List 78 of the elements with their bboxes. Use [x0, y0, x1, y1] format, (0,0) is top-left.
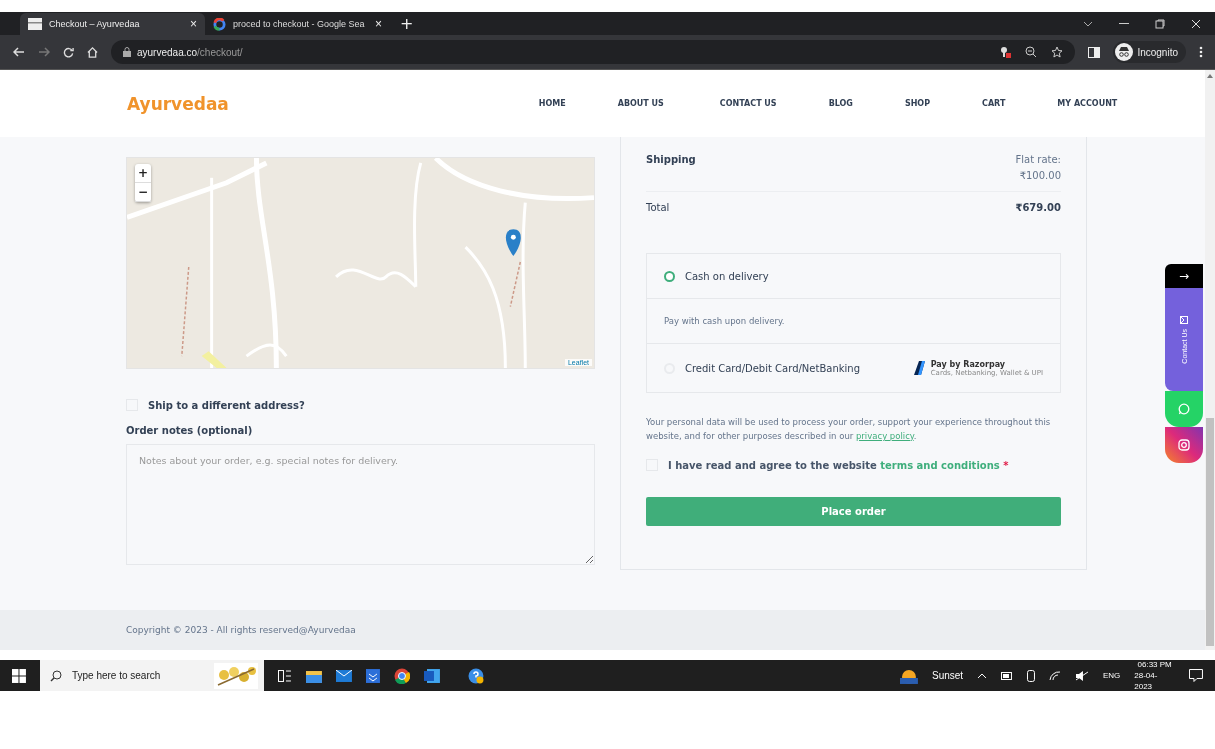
- incognito-icon: [1115, 43, 1134, 61]
- flower-icon[interactable]: [214, 662, 259, 689]
- scrollbar[interactable]: [1205, 70, 1215, 650]
- wifi-icon[interactable]: [1049, 670, 1061, 681]
- camera-icon: [1178, 439, 1190, 451]
- nav-link[interactable]: SHOP: [904, 99, 931, 108]
- order-notes-field[interactable]: Notes about your order, e.g. special notes for delivery.: [126, 444, 595, 565]
- language-indicator[interactable]: ENG: [1102, 671, 1121, 680]
- browser-tab[interactable]: proced to checkout - Google Sea ×: [205, 13, 390, 35]
- new-tab-button[interactable]: +: [400, 14, 414, 33]
- summary-value: ₹679.00: [1015, 202, 1061, 213]
- zoom-out-icon[interactable]: [1025, 46, 1038, 58]
- clock-time[interactable]: 06:33 PM: [1137, 659, 1172, 670]
- instagram-button[interactable]: [1165, 427, 1203, 463]
- incognito-button[interactable]: Incognito: [1113, 41, 1186, 63]
- copyright-text: Copyright © 2023 - All rights reserved@Ayurvedaa: [126, 625, 356, 635]
- nav-link[interactable]: BLOG: [828, 99, 853, 108]
- checkbox-label[interactable]: Ship to a different address?: [148, 399, 305, 411]
- windows-icon[interactable]: [12, 668, 26, 683]
- payment-description: Pay with cash upon delivery.: [664, 316, 785, 326]
- sun-icon[interactable]: [900, 667, 918, 684]
- razorpay-icon: [913, 361, 926, 375]
- summary-value: Flat rate:: [1015, 154, 1061, 165]
- box-icon[interactable]: [365, 668, 380, 683]
- home-icon[interactable]: [87, 46, 98, 58]
- field-label: Order notes (optional): [126, 425, 254, 436]
- privacy-notice: Your personal data will be used to process your order, support your experience throughout this website, and for other purposes described in our privacy policy.: [646, 416, 1052, 443]
- side-panel-icon[interactable]: [1088, 46, 1101, 58]
- taskbar-search-field[interactable]: Type here to search: [39, 660, 265, 691]
- nav-link[interactable]: HOME: [538, 99, 566, 108]
- speaker-icon[interactable]: [1075, 670, 1089, 681]
- mail-icon[interactable]: [335, 669, 352, 682]
- badge-title: Pay by Razorpay: [930, 359, 1005, 369]
- nav-link[interactable]: CONTACT US: [719, 99, 777, 108]
- chevron-down-icon[interactable]: [1083, 20, 1093, 27]
- document-icon[interactable]: [423, 668, 440, 683]
- weather-text[interactable]: Sunset: [932, 670, 964, 681]
- reload-icon[interactable]: [63, 46, 74, 58]
- payment-option-label[interactable]: Cash on delivery: [685, 270, 769, 282]
- payment-option-label[interactable]: Credit Card/Debit Card/NetBanking: [685, 362, 860, 374]
- forward-icon[interactable]: [38, 47, 50, 57]
- notification-icon[interactable]: [1189, 669, 1203, 682]
- zoom-in-button[interactable]: +: [135, 164, 151, 183]
- key-icon[interactable]: [999, 46, 1012, 58]
- google-icon: [213, 17, 226, 31]
- battery-icon[interactable]: [1001, 671, 1014, 680]
- back-icon[interactable]: [13, 47, 25, 57]
- browser-tab[interactable]: Checkout – Ayurvedaa ×: [20, 13, 205, 35]
- page-icon: [28, 18, 42, 30]
- restore-icon[interactable]: [1155, 18, 1165, 29]
- summary-label: Total: [646, 202, 670, 213]
- chevron-up-icon[interactable]: [977, 672, 988, 679]
- search-icon: [49, 669, 62, 682]
- lock-icon: [123, 47, 131, 57]
- mail-icon: [1180, 315, 1188, 324]
- minimize-icon[interactable]: [1119, 22, 1129, 25]
- nav-link[interactable]: ABOUT US: [617, 99, 664, 108]
- radio-button[interactable]: [664, 270, 675, 282]
- close-icon[interactable]: [1191, 18, 1201, 29]
- terms-label[interactable]: I have read and agree to the website terms and conditions *: [668, 459, 1009, 471]
- zoom-out-button[interactable]: −: [135, 183, 151, 202]
- star-icon[interactable]: [1051, 46, 1064, 58]
- clock-date[interactable]: 28-04-2023: [1134, 670, 1176, 692]
- help-icon[interactable]: [467, 667, 484, 684]
- folder-icon[interactable]: [306, 668, 322, 683]
- menu-icon[interactable]: [1199, 46, 1203, 58]
- nav-link[interactable]: CART: [982, 99, 1006, 108]
- address-bar[interactable]: ayurvedaa.co/checkout/: [111, 40, 1076, 64]
- close-tab-button[interactable]: ×: [190, 17, 197, 31]
- summary-label: Shipping: [646, 154, 696, 167]
- chrome-icon[interactable]: [393, 667, 410, 684]
- task-view-icon[interactable]: [278, 669, 293, 682]
- nav-link[interactable]: MY ACCOUNT: [1057, 99, 1118, 108]
- device-icon[interactable]: [1027, 669, 1036, 682]
- summary-value: ₹100.00: [1019, 170, 1061, 181]
- arrow-button[interactable]: →: [1165, 264, 1203, 288]
- chat-bubble-icon: [1178, 403, 1190, 415]
- close-tab-button[interactable]: ×: [375, 17, 382, 31]
